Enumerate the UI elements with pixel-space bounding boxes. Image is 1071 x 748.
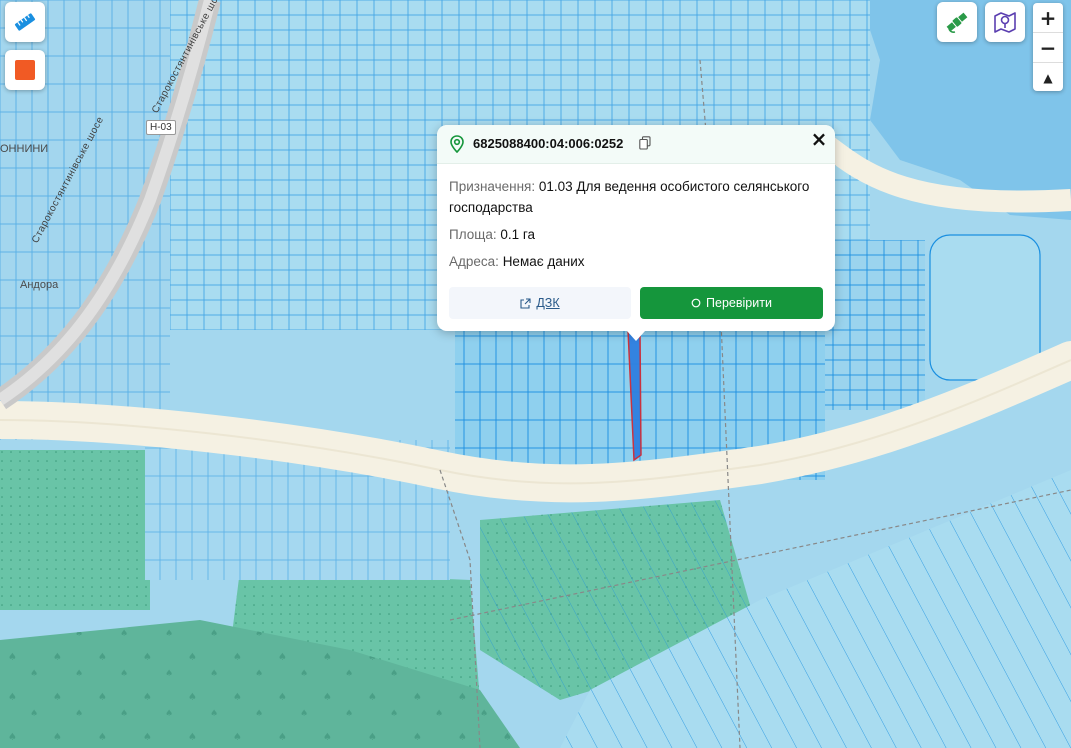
popup-pointer — [627, 331, 645, 341]
village-label: ОННИНИ — [0, 143, 49, 155]
parcel-grid-midright-lines — [825, 240, 925, 410]
area-row: Площа: 0.1 га — [449, 224, 823, 245]
circle-icon — [691, 298, 701, 308]
location-pin-icon — [449, 135, 465, 158]
popup-actions: ДЗК Перевірити — [449, 287, 823, 319]
dzk-label: ДЗК — [536, 296, 560, 310]
zoom-out-button[interactable]: − — [1033, 33, 1063, 63]
map-pin-icon — [994, 12, 1016, 33]
address-label: Адреса: — [449, 254, 499, 269]
external-link-icon — [520, 297, 531, 309]
map-layers-button[interactable] — [985, 2, 1025, 42]
square-icon — [15, 60, 35, 80]
area-label: Площа: — [449, 227, 497, 242]
place-label-andora: Андора — [20, 279, 59, 291]
satellite-icon — [946, 12, 968, 33]
address-row: Адреса: Немає даних — [449, 251, 823, 272]
purpose-row: Призначення: 01.03 Для ведення особистог… — [449, 176, 823, 218]
check-label: Перевірити — [706, 296, 772, 310]
compass-button[interactable]: ▲ — [1033, 63, 1063, 91]
parcel-info-popup: 6825088400:04:006:0252 × Призначення: 01… — [437, 125, 835, 341]
parcel-large-right — [929, 234, 1041, 381]
popup-header: 6825088400:04:006:0252 × — [437, 125, 835, 164]
zoom-controls: + − ▲ — [1033, 3, 1063, 91]
ruler-icon — [14, 13, 36, 31]
ruler-button[interactable] — [5, 2, 45, 42]
popup-body: Призначення: 01.03 Для ведення особистог… — [437, 164, 835, 272]
route-number-badge: Н-03 — [146, 120, 176, 135]
close-icon[interactable]: × — [809, 129, 829, 149]
dzk-link-button[interactable]: ДЗК — [449, 287, 631, 319]
copy-icon[interactable] — [639, 136, 651, 155]
satellite-button[interactable] — [937, 2, 977, 42]
cadastral-number: 6825088400:04:006:0252 — [473, 136, 624, 151]
purpose-label: Призначення: — [449, 179, 536, 194]
check-button[interactable]: Перевірити — [640, 287, 823, 319]
address-value: Немає даних — [502, 254, 585, 269]
zoom-in-button[interactable]: + — [1033, 3, 1063, 33]
area-value: 0.1 га — [500, 227, 536, 242]
agri-field-left-dots — [0, 450, 150, 610]
color-swatch-button[interactable] — [5, 50, 45, 90]
